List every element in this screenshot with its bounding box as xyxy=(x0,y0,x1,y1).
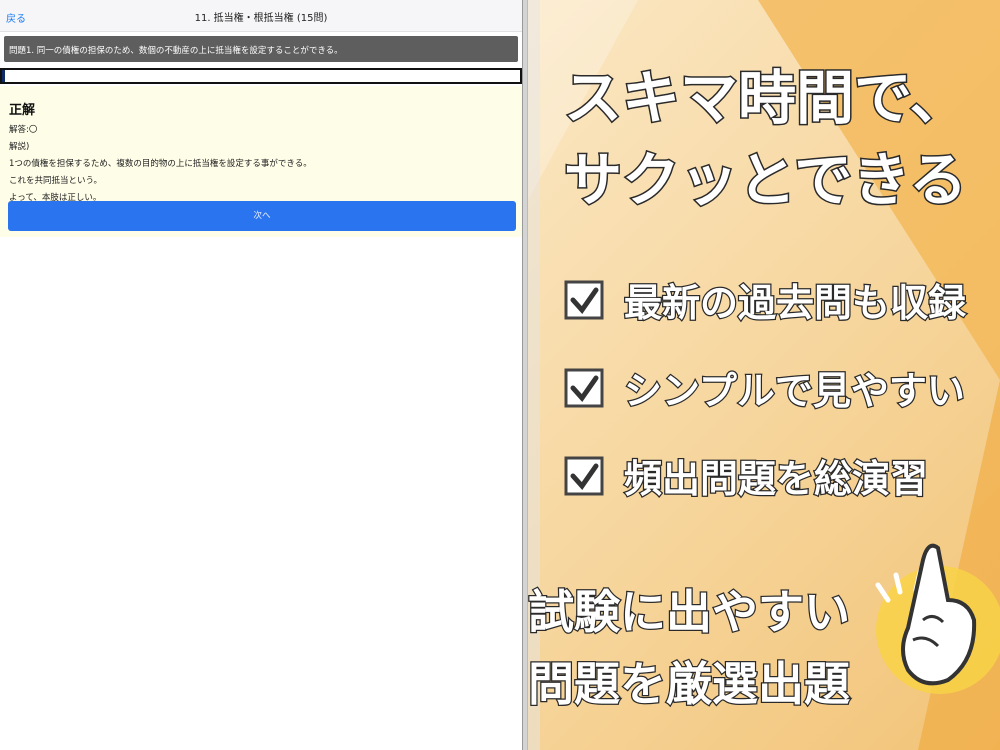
feature-row: シンプルで見やすい xyxy=(564,368,966,414)
result-label: 正解 xyxy=(9,103,36,118)
promo-banner: スキマ時間で、 サクッとできる 最新の過去問も収録 シンプルで見やすい 頻出問題… xyxy=(528,0,1000,750)
footer-line-1: 試験に出やすい xyxy=(528,585,850,639)
feature-label: 頻出問題を総演習 xyxy=(624,457,928,501)
promo-graphic: スキマ時間で、 サクッとできる 最新の過去問も収録 シンプルで見やすい 頻出問題… xyxy=(528,0,1000,750)
app-screen: 戻る 11. 抵当権・根抵当権 (15問) 問題1. 同一の債権の担保のため、数… xyxy=(0,0,522,750)
page-title: 11. 抵当権・根抵当権 (15問) xyxy=(194,13,328,24)
footer-line-2: 問題を厳選出題 xyxy=(528,657,850,711)
explanation-line: これを共同抵当という。 xyxy=(9,176,102,186)
next-button[interactable]: 次へ xyxy=(8,201,516,231)
explanation-line: 1つの債権を担保するため、複数の目的物の上に抵当権を設定する事ができる。 xyxy=(9,159,312,169)
headline-line-2: サクッとできる xyxy=(564,146,967,214)
question-text: 問題1. 同一の債権の担保のため、数個の不動産の上に抵当権を設定することができる… xyxy=(4,36,518,62)
answer-line: 解答:〇 xyxy=(9,125,38,135)
headline-line-1: スキマ時間で、 xyxy=(564,64,968,132)
feature-label: 最新の過去問も収録 xyxy=(624,281,967,325)
progress-bar xyxy=(0,68,522,84)
progress-fill xyxy=(2,70,6,82)
feature-row: 最新の過去問も収録 xyxy=(564,280,968,326)
explanation-label: 解説) xyxy=(9,142,30,152)
navigation-bar: 戻る 11. 抵当権・根抵当権 (15問) xyxy=(0,0,522,32)
feature-row: 頻出問題を総演習 xyxy=(564,456,929,502)
feature-label: シンプルで見やすい xyxy=(624,369,965,413)
